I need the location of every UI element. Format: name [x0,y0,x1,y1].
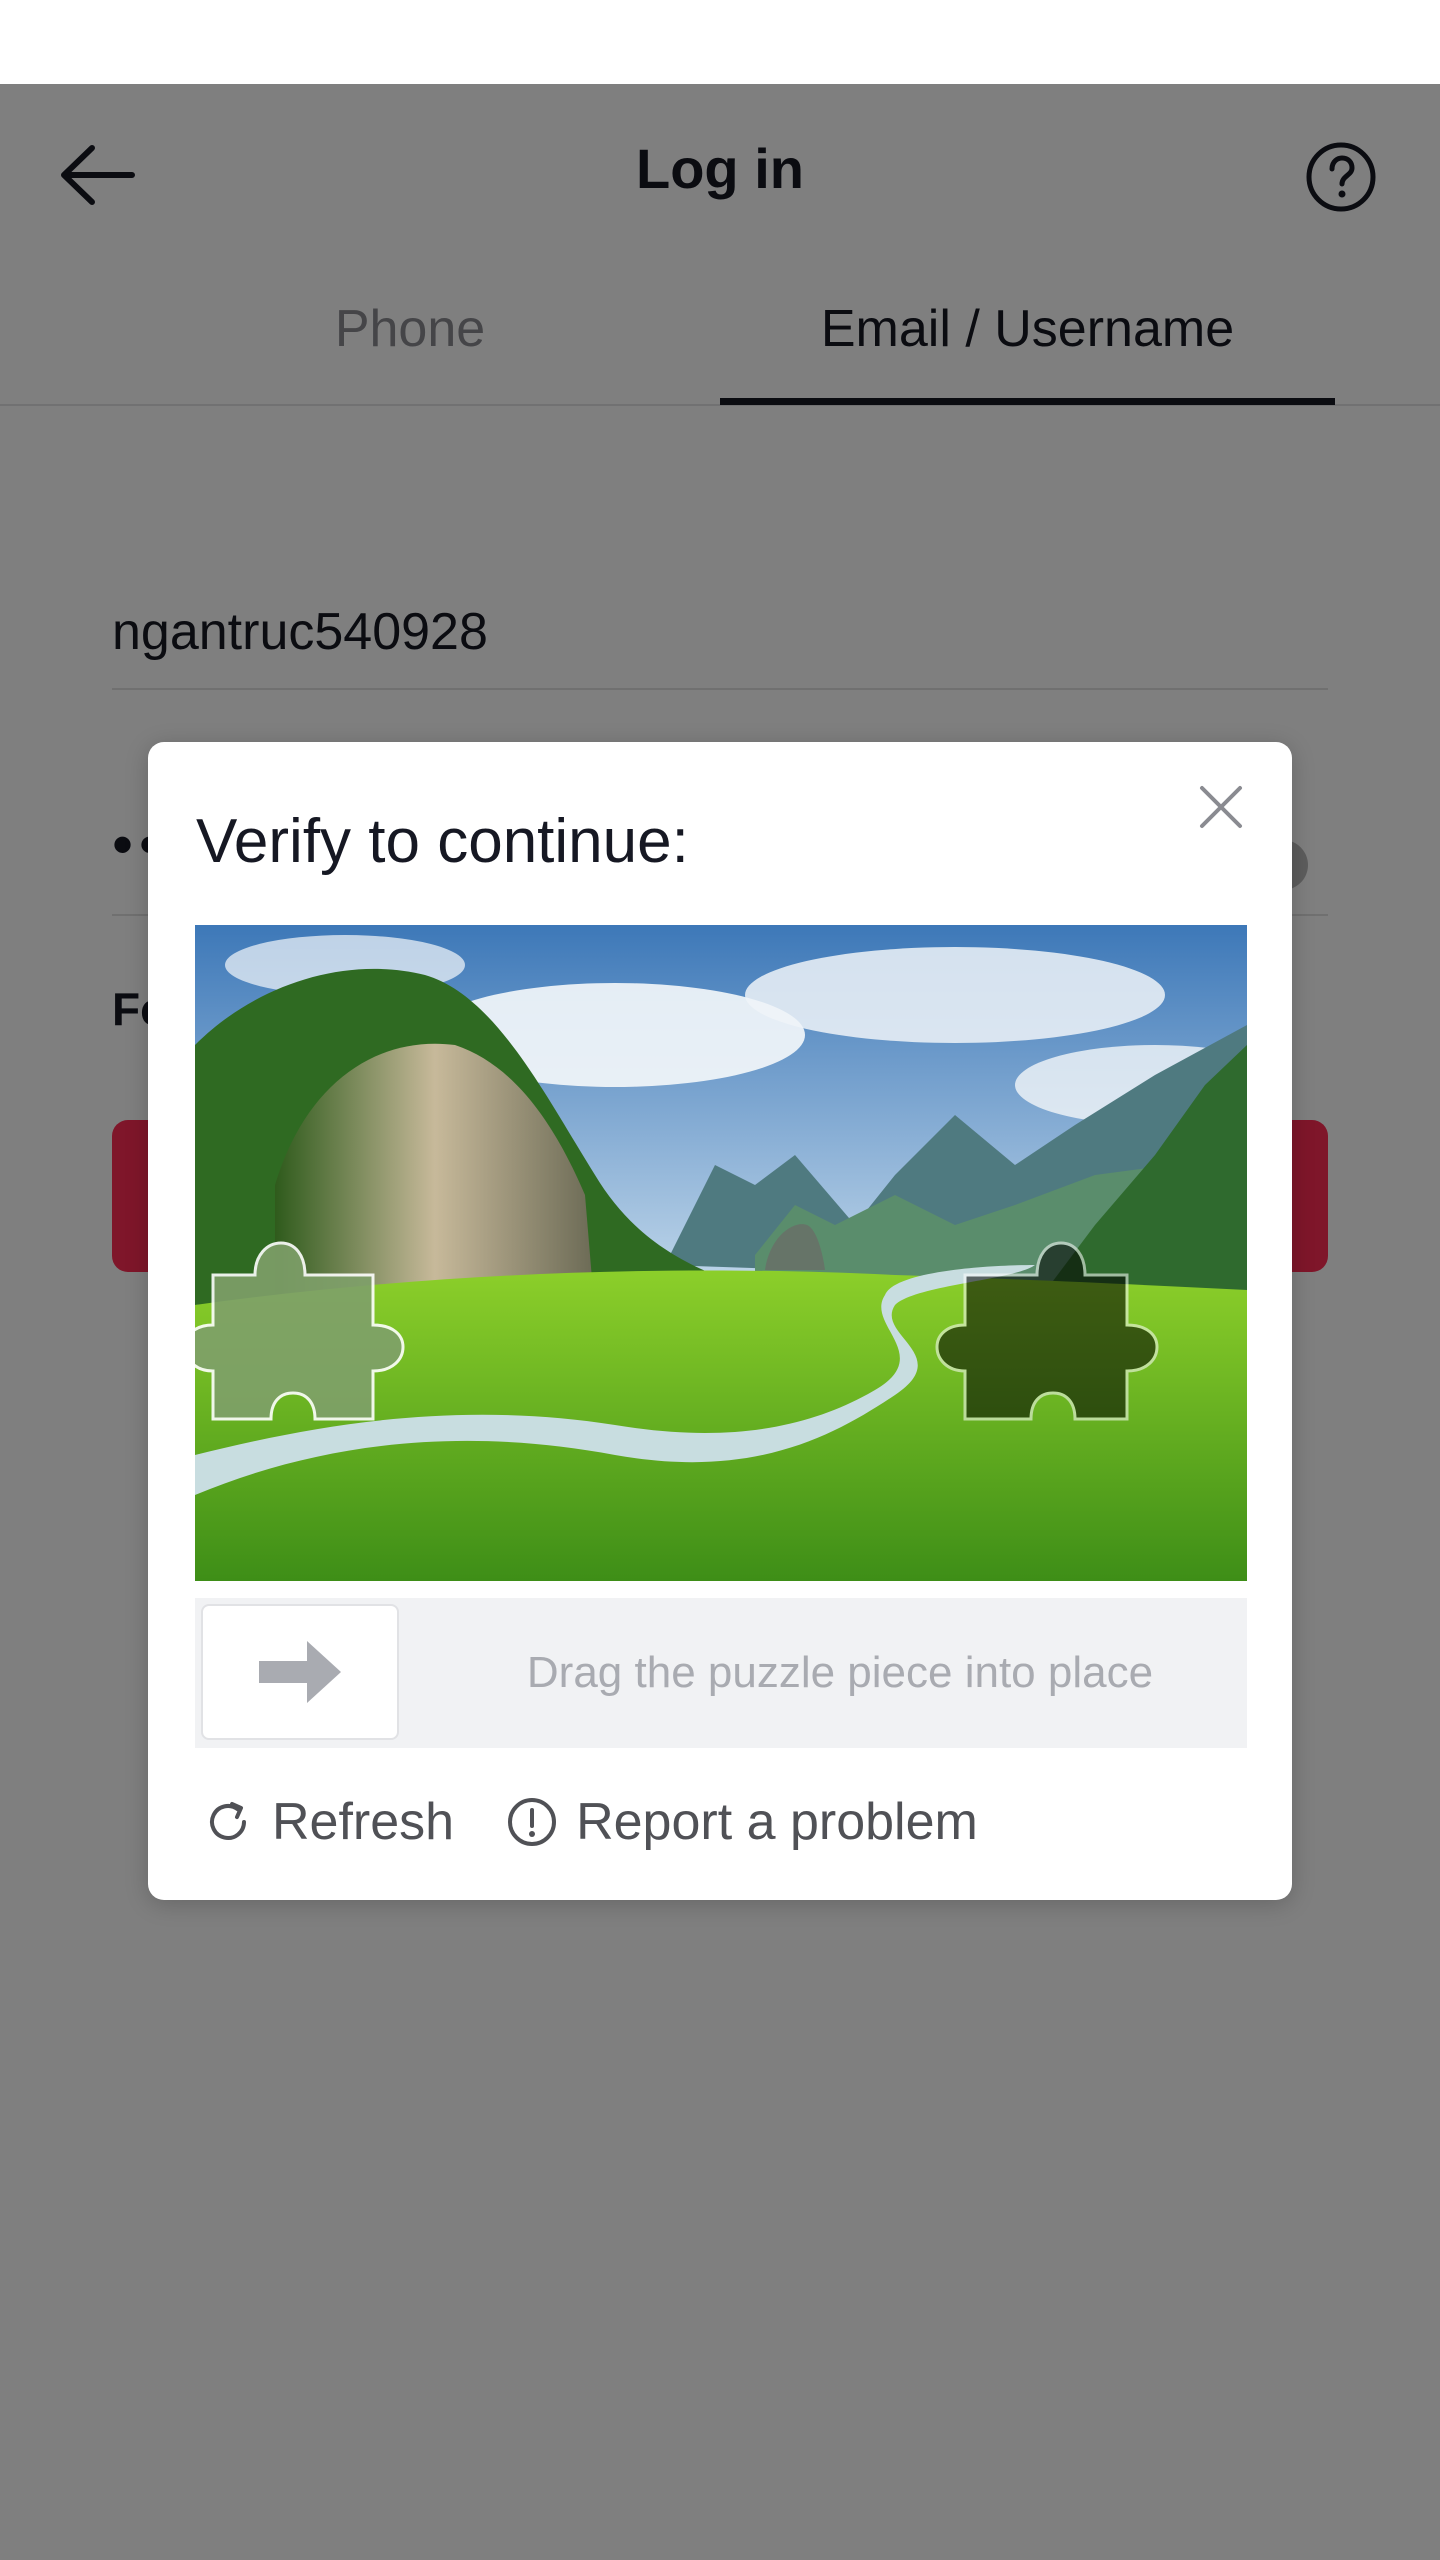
captcha-dialog: Verify to continue: Drag the puzzle piec… [148,742,1292,1900]
report-problem-label: Report a problem [576,1793,978,1851]
close-icon [1200,786,1242,828]
arrow-right-icon [259,1641,341,1703]
refresh-icon [210,1802,246,1840]
captcha-title: Verify to continue: [196,807,689,876]
refresh-label: Refresh [272,1793,455,1851]
report-problem-button[interactable]: Report a problem [506,1792,978,1852]
slider-hint: Drag the puzzle piece into place [526,1648,1154,1697]
exclamation-circle-icon [508,1798,557,1846]
refresh-button[interactable]: Refresh [202,1792,454,1852]
status-bar [0,0,1440,84]
captcha-footer: Refresh Report a problem [202,1782,1030,1862]
slider-track[interactable]: Drag the puzzle piece into place [195,1598,1247,1748]
slider-handle[interactable] [201,1604,399,1740]
close-button[interactable] [1196,782,1246,832]
captcha-image [195,925,1247,1581]
